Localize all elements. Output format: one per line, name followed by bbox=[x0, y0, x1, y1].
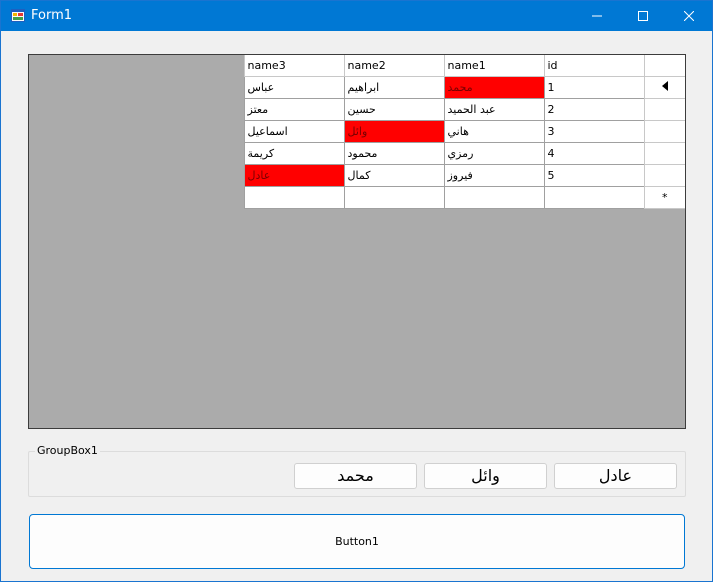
cell-name3[interactable]: معتز bbox=[243, 97, 345, 121]
cell-name2[interactable]: ابراهيم bbox=[343, 75, 445, 99]
cell-id[interactable]: 4 bbox=[543, 141, 645, 165]
title-bar[interactable]: Form1 bbox=[1, 1, 712, 31]
cell-name1[interactable]: عبد الحميد bbox=[443, 97, 545, 121]
table-row[interactable]: 5 فيروز كمال عادل bbox=[243, 163, 685, 187]
name-button-adel[interactable]: عادل bbox=[554, 463, 677, 489]
client-area: id name1 name2 name3 1 محمد ابراهيم عباس bbox=[1, 31, 712, 581]
cell-name2[interactable]: حسين bbox=[343, 97, 445, 121]
cell-name1[interactable]: هاني bbox=[443, 119, 545, 143]
table-row[interactable]: 1 محمد ابراهيم عباس bbox=[243, 75, 685, 99]
table-row[interactable]: 3 هاني وائل اسماعيل bbox=[243, 119, 685, 143]
name-button-mohammed[interactable]: محمد bbox=[294, 463, 417, 489]
minimize-button[interactable] bbox=[574, 1, 620, 31]
cell-name2[interactable]: وائل bbox=[343, 119, 445, 143]
window-title: Form1 bbox=[31, 8, 73, 23]
cell-name3[interactable]: اسماعيل bbox=[243, 119, 345, 143]
grid-table: id name1 name2 name3 1 محمد ابراهيم عباس bbox=[243, 55, 685, 209]
table-row[interactable]: 2 عبد الحميد حسين معتز bbox=[243, 97, 685, 121]
close-icon bbox=[684, 11, 694, 21]
column-header-name2[interactable]: name2 bbox=[343, 55, 445, 77]
corner-header[interactable] bbox=[643, 55, 685, 77]
column-header-name3[interactable]: name3 bbox=[243, 55, 345, 77]
table-row[interactable]: 4 رمزي محمود كريمة bbox=[243, 141, 685, 165]
cell-name3[interactable]: عادل bbox=[243, 163, 345, 187]
groupbox-title: GroupBox1 bbox=[35, 444, 100, 458]
cell-name2[interactable]: محمود bbox=[343, 141, 445, 165]
new-cell-name3[interactable] bbox=[243, 185, 345, 209]
column-header-name1[interactable]: name1 bbox=[443, 55, 545, 77]
close-button[interactable] bbox=[666, 1, 712, 31]
new-row-marker[interactable]: * bbox=[643, 185, 685, 209]
cell-id[interactable]: 1 bbox=[543, 75, 645, 99]
new-cell-name1[interactable] bbox=[443, 185, 545, 209]
cell-id[interactable]: 5 bbox=[543, 163, 645, 187]
row-header[interactable] bbox=[643, 119, 685, 143]
row-header[interactable] bbox=[643, 97, 685, 121]
form1-window: Form1 id name1 name2 name3 1 محمد ابراهي… bbox=[0, 0, 713, 582]
data-grid-view[interactable]: id name1 name2 name3 1 محمد ابراهيم عباس bbox=[28, 54, 686, 429]
cell-name1[interactable]: رمزي bbox=[443, 141, 545, 165]
minimize-icon bbox=[592, 15, 602, 17]
name-button-wael[interactable]: وائل bbox=[424, 463, 547, 489]
maximize-button[interactable] bbox=[620, 1, 666, 31]
cell-name1[interactable]: فيروز bbox=[443, 163, 545, 187]
row-header-current[interactable] bbox=[643, 75, 685, 99]
app-icon bbox=[11, 9, 25, 22]
new-cell-name2[interactable] bbox=[343, 185, 445, 209]
row-header[interactable] bbox=[643, 163, 685, 187]
cell-name3[interactable]: كريمة bbox=[243, 141, 345, 165]
cell-name2[interactable]: كمال bbox=[343, 163, 445, 187]
cell-id[interactable]: 2 bbox=[543, 97, 645, 121]
cell-name1[interactable]: محمد bbox=[443, 75, 545, 99]
current-row-arrow-icon bbox=[661, 80, 668, 91]
new-cell-id[interactable] bbox=[543, 185, 645, 209]
new-row[interactable]: * bbox=[243, 185, 685, 209]
maximize-icon bbox=[638, 11, 648, 21]
button1[interactable]: Button1 bbox=[29, 514, 685, 569]
grid-header-row: id name1 name2 name3 bbox=[243, 55, 685, 77]
column-header-id[interactable]: id bbox=[543, 55, 645, 77]
cell-name3[interactable]: عباس bbox=[243, 75, 345, 99]
cell-id[interactable]: 3 bbox=[543, 119, 645, 143]
row-header[interactable] bbox=[643, 141, 685, 165]
